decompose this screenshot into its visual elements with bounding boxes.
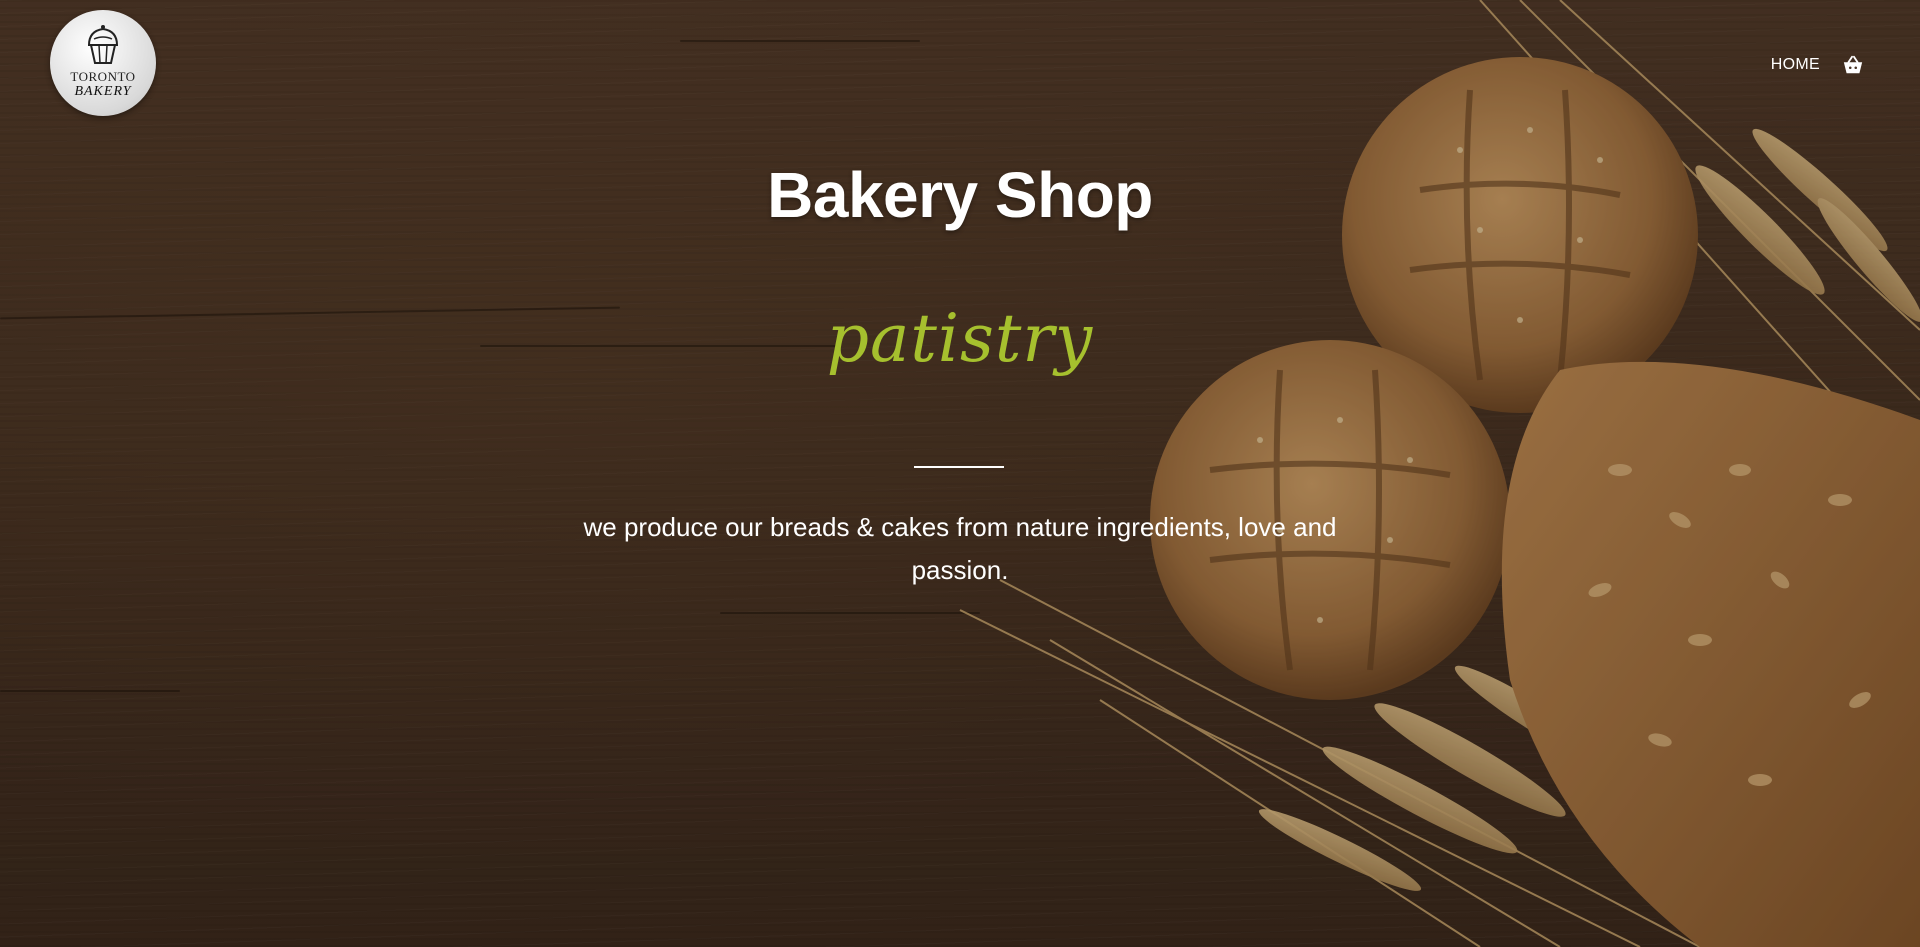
logo-text-bakery: BAKERY — [74, 83, 132, 99]
hero-description: we produce our breads & cakes from natur… — [583, 512, 1337, 585]
top-navigation: HOME — [1771, 54, 1864, 76]
basket-icon[interactable] — [1842, 54, 1864, 76]
site-logo[interactable]: TORONTO BAKERY — [50, 10, 156, 116]
page-title: Bakery Shop — [767, 159, 1153, 231]
title-divider — [914, 466, 1004, 468]
nav-home-link[interactable]: HOME — [1771, 56, 1820, 74]
hero-tagline: patistry — [826, 300, 1094, 377]
bread-and-wheat-image — [0, 0, 1920, 947]
cupcake-icon — [87, 24, 119, 64]
logo-text-toronto: TORONTO — [70, 68, 136, 84]
